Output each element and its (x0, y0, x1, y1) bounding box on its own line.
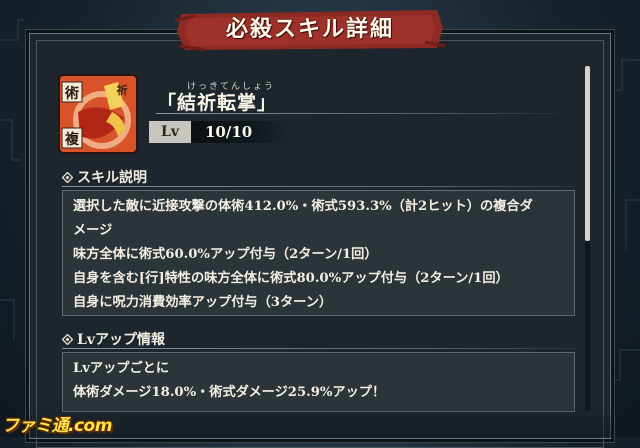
description-line: 選択した敵に近接攻撃の体術412.0%・術式593.3%（計2ヒット）の複合ダ (73, 199, 533, 214)
watermark-logo: ファミ通.com (2, 416, 112, 436)
skill-description-box: 選択した敵に近接攻撃の体術412.0%・術式593.3%（計2ヒット）の複合ダ … (62, 190, 575, 316)
description-line: 自身に呪力消費効率アップ付与（3ターン） (73, 295, 333, 310)
lv-up-line: 体術ダメージ18.0%・術式ダメージ25.9%アップ！ (73, 385, 386, 400)
section-header-skill-description: スキル説明 (62, 167, 147, 187)
page-title: 必殺スキル詳細 (225, 16, 394, 42)
section-title: スキル説明 (77, 170, 147, 186)
lv-up-info-box: Lvアップごとに 体術ダメージ18.0%・術式ダメージ25.9%アップ！ (62, 352, 575, 412)
section-divider (62, 186, 575, 187)
title-banner: 必殺スキル詳細 (175, 6, 445, 52)
description-line: 味方全体に術式60.0%アップ付与（2ターン/1回） (73, 247, 378, 262)
lv-up-line: Lvアップごとに (73, 361, 170, 376)
skill-name-divider (156, 113, 576, 114)
description-line: メージ (73, 223, 113, 238)
diamond-icon (62, 333, 73, 345)
section-title: Lvアップ情報 (77, 332, 165, 348)
icon-badge-fuku: 複 (64, 131, 80, 148)
scrollbar-thumb[interactable] (585, 66, 590, 241)
description-line: 自身を含む[行]特性の味方全体に術式80.0%アップ付与（2ターン/1回） (73, 271, 509, 286)
icon-badge-inori: 祈 (117, 83, 128, 97)
diamond-icon (62, 171, 73, 183)
level-label: Lv (149, 121, 191, 143)
icon-badge-jutsu: 術 (64, 85, 79, 102)
skill-name: 「結祈転掌」 (157, 92, 278, 114)
level-value: 10/10 (191, 121, 291, 143)
skill-icon[interactable]: 術 複 祈 (60, 76, 136, 152)
fist-strike-skill-icon: 術 複 祈 (60, 76, 136, 152)
section-divider (62, 348, 575, 349)
section-header-lv-up-info: Lvアップ情報 (62, 329, 165, 349)
